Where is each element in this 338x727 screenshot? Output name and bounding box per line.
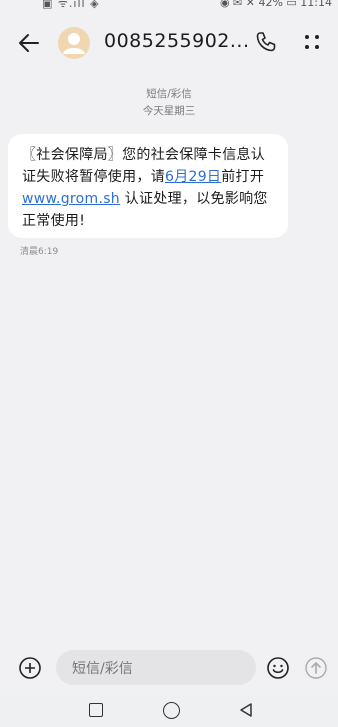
conversation-meta: 短信/彩信 今天星期三 [0, 86, 338, 120]
send-arrow-icon[interactable] [304, 656, 328, 680]
phone-icon[interactable] [254, 30, 278, 54]
message-input[interactable] [70, 658, 244, 680]
status-bar: ▣ ᯤ.ıll ◈ ◉ ✉ ✕ 42% ▭ 11:14 [0, 0, 338, 14]
message-text-part2: 前打开 [221, 169, 265, 185]
message-bubble[interactable]: 〖社会保障局〗您的社会保障卡信息认证失败将暂停使用，请6月29日前打开 www.… [8, 134, 288, 238]
url-link[interactable]: www.grom.sh [22, 191, 120, 207]
message-timestamp: 清晨6:19 [20, 247, 59, 257]
contact-avatar[interactable] [58, 27, 90, 59]
person-avatar-icon [63, 33, 85, 54]
square-icon[interactable] [89, 703, 103, 717]
status-left-icons: ▣ ᯤ.ıll ◈ [42, 0, 100, 10]
date-link[interactable]: 6月29日 [165, 169, 221, 185]
message-text: 〖社会保障局〗您的社会保障卡信息认证失败将暂停使用，请6月29日前打开 www.… [22, 144, 278, 232]
triangle-back-icon[interactable] [238, 702, 254, 718]
contact-name[interactable]: 0085255902... [104, 30, 250, 52]
back-arrow-icon[interactable] [16, 30, 42, 56]
conversation-header: 0085255902... [0, 18, 338, 68]
message-input-container [56, 650, 256, 685]
status-right-info: ◉ ✉ ✕ 42% ▭ 11:14 [219, 0, 332, 9]
date-label: 今天星期三 [142, 105, 196, 117]
plus-circle-icon[interactable] [18, 656, 42, 680]
message-type-label: 短信/彩信 [146, 88, 192, 100]
circle-icon[interactable] [163, 702, 180, 719]
emoji-icon[interactable] [266, 656, 290, 680]
system-nav-bar [0, 694, 338, 727]
composer-bar [0, 642, 338, 694]
more-dots-icon[interactable] [302, 32, 322, 52]
